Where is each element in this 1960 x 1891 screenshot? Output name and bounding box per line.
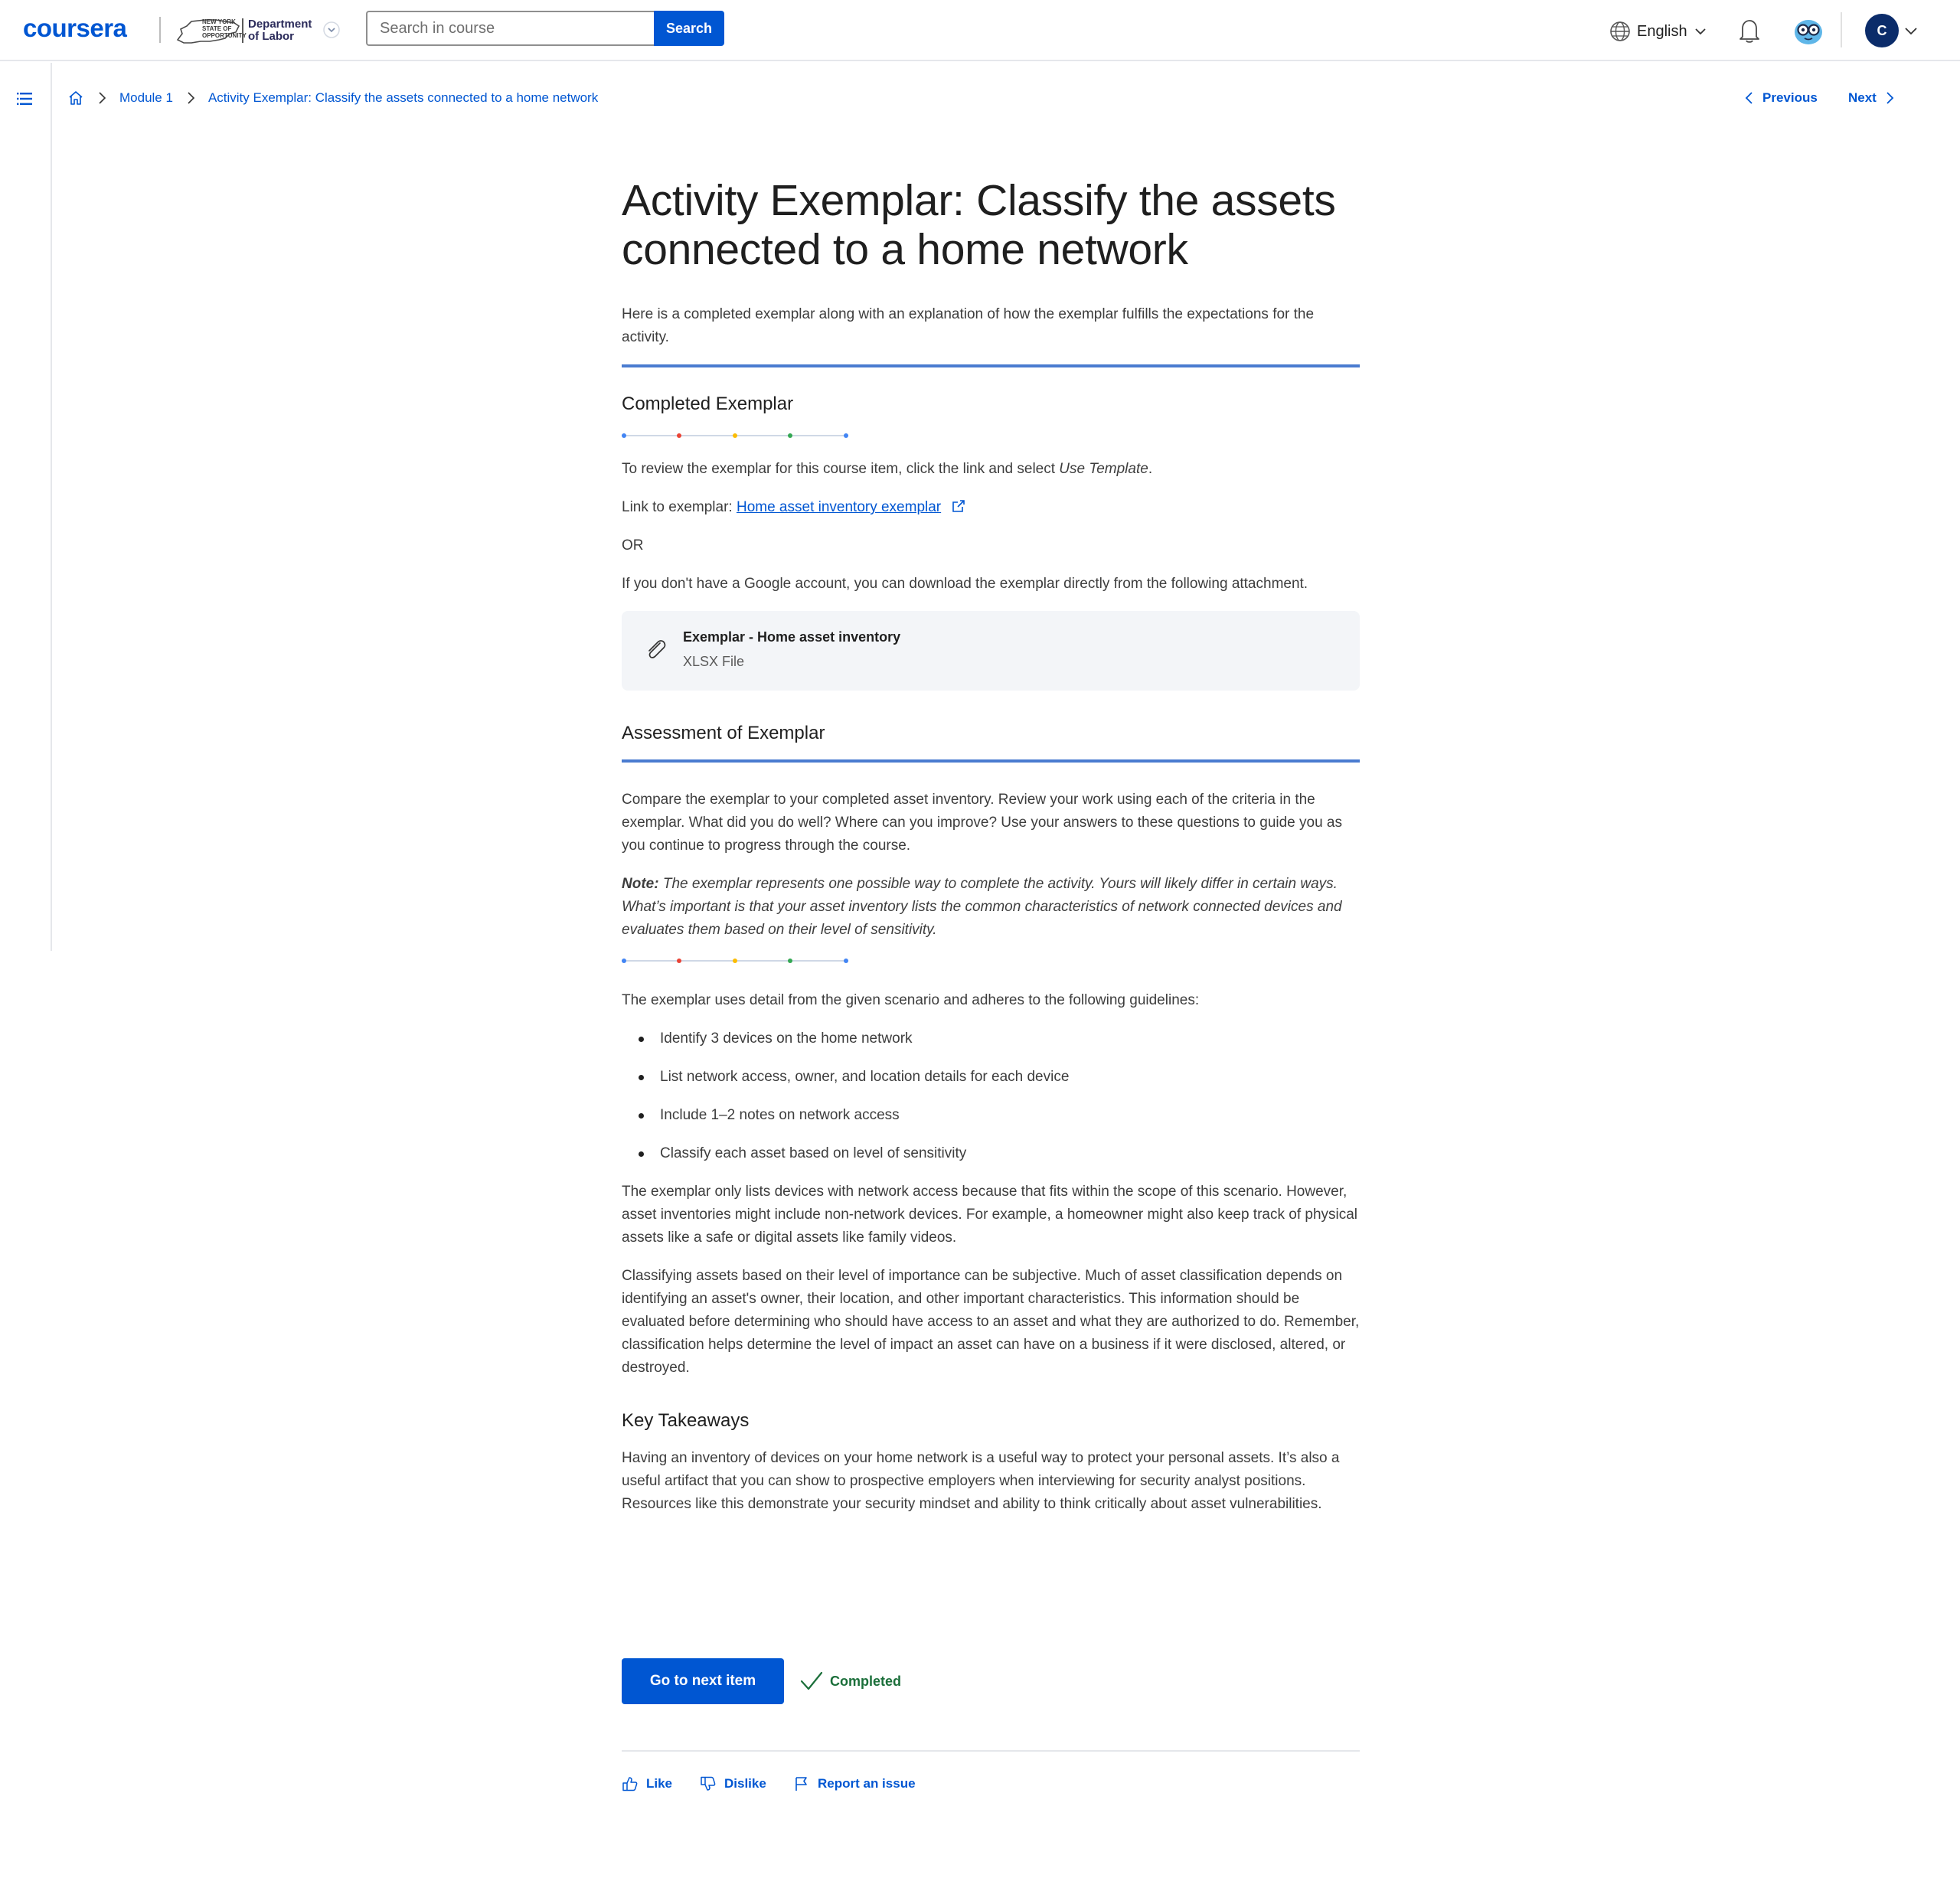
footer-divider [622,1750,1360,1752]
chevron-right-icon [188,92,195,104]
partner-seal-text: NEW YORK STATE OF OPPORTUNITY [202,18,247,39]
breadcrumb-current-item[interactable]: Activity Exemplar: Classify the assets c… [208,90,598,106]
chevron-right-icon [99,92,106,104]
dot [788,433,792,438]
hamburger-menu-icon[interactable] [17,92,34,106]
partner-name-line2: of Labor [248,30,294,43]
intro-paragraph: Here is a completed exemplar along with … [622,306,1315,345]
list-item: List network access, owner, and location… [622,1066,1360,1089]
attachment-type: XLSX File [683,654,745,669]
thumbs-up-icon [622,1777,638,1791]
next-label: Next [1848,90,1877,105]
review-instructions: To review the exemplar for this course i… [622,458,1360,481]
language-label: English [1637,22,1687,40]
decorative-dot-line [622,957,848,965]
flag-icon [795,1777,807,1791]
like-button[interactable]: Like [622,1773,672,1795]
attachment-card[interactable]: Exemplar - Home asset inventory XLSX Fil… [622,611,1360,691]
paperclip-icon [648,640,666,658]
dot [622,959,626,963]
reading-content: Activity Exemplar: Classify the assets c… [622,176,1360,1516]
or-text: OR [622,537,644,554]
dot [622,433,626,438]
dislike-label: Dislike [724,1776,766,1791]
partner-name: Department of Labor [248,18,312,43]
dot [733,959,737,963]
list-item: Classify each asset based on level of se… [622,1142,1360,1165]
header-divider [1841,12,1842,47]
use-template-emphasis: Use Template [1059,461,1148,477]
attachment-name: Exemplar - Home asset inventory [683,629,901,645]
logo-divider [159,17,161,43]
completed-label: Completed [830,1673,902,1689]
coursera-logo[interactable]: coursera [23,14,127,43]
chevron-left-icon [1745,92,1753,104]
partner-separator [242,18,243,43]
section-divider [622,364,1360,367]
notifications-bell-icon[interactable] [1736,17,1762,44]
dot [733,433,737,438]
home-icon[interactable] [67,90,84,106]
dot [844,433,848,438]
no-google-text: If you don't have a Google account, you … [622,576,1308,592]
note-label: Note: [622,876,659,892]
breadcrumb-module-link[interactable]: Module 1 [119,90,173,106]
review-text: To review the exemplar for this course i… [622,461,1060,477]
dot [677,433,681,438]
list-item: Identify 3 devices on the home network [622,1027,1360,1050]
chevron-down-icon[interactable] [1903,23,1919,38]
chevron-down-icon [1694,28,1706,35]
previous-button[interactable]: Previous [1744,86,1818,110]
dot [788,959,792,963]
report-issue-button[interactable]: Report an issue [793,1773,916,1795]
completed-exemplar-heading: Completed Exemplar [622,394,794,414]
completed-status: Completed [799,1667,901,1695]
section-divider [622,759,1360,763]
breadcrumb: Module 1 Activity Exemplar: Classify the… [67,86,598,110]
scope-paragraph: The exemplar only lists devices with net… [622,1184,1358,1246]
checkmark-icon [800,1671,823,1690]
previous-label: Previous [1762,90,1818,105]
learning-assistant-icon[interactable] [1792,15,1825,46]
go-to-next-item-button[interactable]: Go to next item [622,1658,784,1704]
dislike-button[interactable]: Dislike [700,1773,766,1795]
top-navigation-bar: coursera NEW YORK STATE OF OPPORTUNITY D… [0,0,1960,61]
report-label: Report an issue [818,1776,916,1791]
list-item: Include 1–2 notes on network access [622,1104,1360,1127]
search-input[interactable] [366,11,654,46]
next-button[interactable]: Next [1848,86,1895,110]
home-asset-inventory-link[interactable]: Home asset inventory exemplar [737,499,941,515]
assessment-heading: Assessment of Exemplar [622,723,825,743]
dot [677,959,681,963]
exemplar-link-line: Link to exemplar: Home asset inventory e… [622,496,1360,519]
guidelines-intro: The exemplar uses detail from the given … [622,992,1200,1008]
left-rail [0,63,52,951]
review-end: . [1148,461,1153,477]
guidelines-list: Identify 3 devices on the home network L… [622,1027,1360,1165]
decorative-dot-line [622,432,848,439]
chevron-right-icon [1886,92,1894,104]
takeaways-paragraph: Having an inventory of devices on your h… [622,1450,1340,1512]
external-link-icon[interactable] [951,498,966,514]
classifying-paragraph: Classifying assets based on their level … [622,1268,1360,1376]
note-paragraph: Note: The exemplar represents one possib… [622,873,1360,942]
search-button[interactable]: Search [654,11,724,46]
thumbs-down-icon [701,1776,716,1791]
user-avatar[interactable]: C [1865,14,1899,47]
language-selector[interactable]: English [1609,18,1707,44]
partner-logo[interactable]: NEW YORK STATE OF OPPORTUNITY Department… [175,14,343,47]
page-title: Activity Exemplar: Classify the assets c… [622,176,1336,274]
compare-paragraph: Compare the exemplar to your completed a… [622,792,1343,854]
key-takeaways-heading: Key Takeaways [622,1410,750,1431]
globe-icon [1610,21,1630,41]
dot [844,959,848,963]
partner-name-line1: Department [248,18,312,31]
like-label: Like [646,1776,673,1791]
link-label: Link to exemplar: [622,499,737,515]
note-text: The exemplar represents one possible way… [622,876,1342,938]
chevron-down-icon[interactable] [323,21,340,38]
